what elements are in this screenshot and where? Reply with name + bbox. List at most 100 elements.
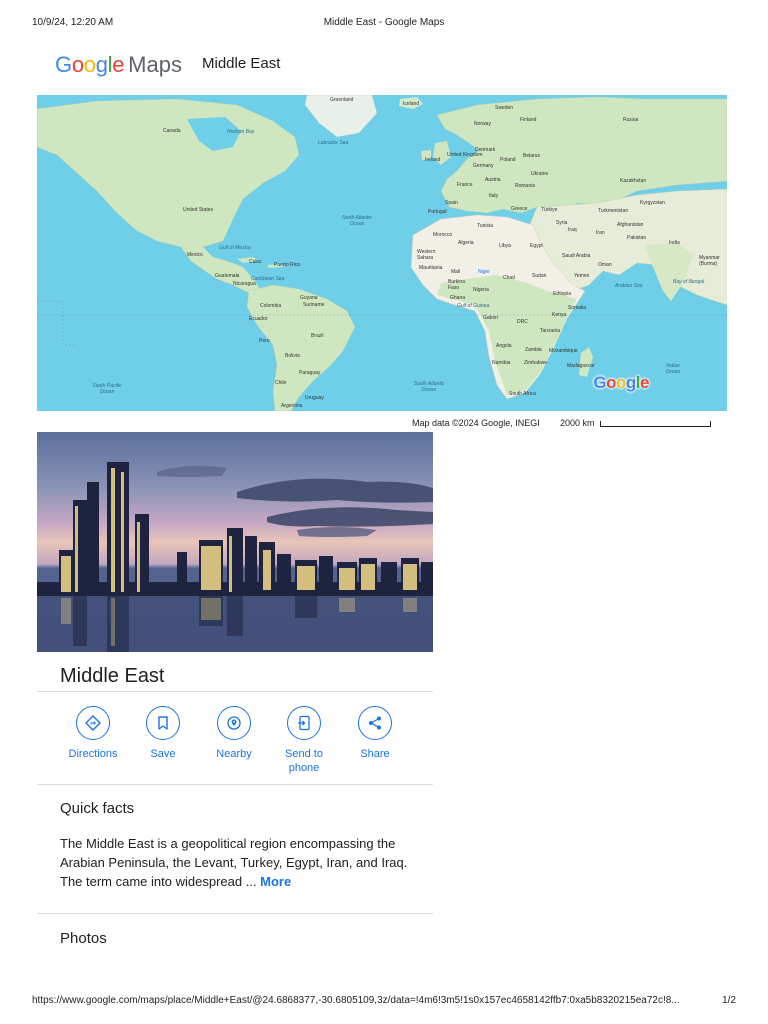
map-label-cuba: Cuba xyxy=(249,259,261,265)
map-label-guatemala: Guatemala xyxy=(215,273,240,279)
map-label-france: France xyxy=(457,182,473,188)
map-label-ghana: Ghana xyxy=(450,295,466,301)
map-label-angola: Angola xyxy=(496,343,512,349)
map-land xyxy=(37,95,727,411)
map-label-chile: Chile xyxy=(275,380,287,386)
map-label-western-sahara: Western Sahara xyxy=(417,249,436,261)
place-hero-photo[interactable] xyxy=(37,432,433,652)
map-label-iran: Iran xyxy=(596,230,605,236)
map-scale-bar xyxy=(600,421,711,427)
map-label-south-africa: South Africa xyxy=(509,391,536,397)
map-label-india: India xyxy=(669,240,680,246)
map-label-sweden: Sweden xyxy=(495,105,514,111)
map-label-puerto-rico: Puerto Rico xyxy=(274,262,301,268)
map-label-kyrgyzstan: Kyrgyzstan xyxy=(640,200,665,206)
map-label-peru: Peru xyxy=(259,338,270,344)
map-label-portugal: Portugal xyxy=(428,209,447,215)
map-label-bay-bengal: Bay of Bengal xyxy=(673,279,705,285)
map-label-libya: Libya xyxy=(499,243,511,249)
map-label-algeria: Algeria xyxy=(458,240,474,246)
maps-wordmark: Maps xyxy=(128,52,182,77)
map-label-turkiye: Türkiye xyxy=(541,207,558,213)
print-page-number: 1/2 xyxy=(722,995,736,1006)
map-label-hudson-bay: Hudson Bay xyxy=(227,129,255,135)
save-label: Save xyxy=(150,748,176,760)
map-label-sudan: Sudan xyxy=(532,273,547,279)
map-label-norway: Norway xyxy=(474,121,491,127)
map-label-germany: Germany xyxy=(473,163,494,169)
send-to-phone-icon xyxy=(287,706,321,740)
print-header: 10/9/24, 12:20 AM Middle East - Google M… xyxy=(32,17,736,31)
map-label-myanmar: Myanmar (Burma) xyxy=(699,255,720,267)
map-label-bolivia: Bolivia xyxy=(285,353,300,359)
map-label-syria: Syria xyxy=(556,220,568,226)
map-label-poland: Poland xyxy=(500,157,516,163)
map-label-austria: Austria xyxy=(485,177,501,183)
print-footer: https://www.google.com/maps/place/Middle… xyxy=(32,995,736,1009)
place-title: Middle East xyxy=(60,665,165,687)
map-label-paraguay: Paraguay xyxy=(299,370,321,376)
map-label-zambia: Zambia xyxy=(525,347,542,353)
google-maps-logo[interactable]: Google Maps xyxy=(55,52,182,80)
share-label: Share xyxy=(360,748,390,760)
map-label-mexico: Mexico xyxy=(187,252,203,258)
map-label-iraq: Iraq xyxy=(568,227,577,233)
quick-facts-body: The Middle East is a geopolitical region… xyxy=(60,836,408,889)
map-label-gulf-mexico: Gulf of Mexico xyxy=(219,245,251,251)
map-label-us: United States xyxy=(183,207,214,213)
map-label-ecuador: Ecuador xyxy=(249,316,268,322)
google-wordmark: Google xyxy=(55,52,125,77)
map-label-south-atlantic: South Atlantic Ocean xyxy=(413,381,445,393)
map-label-colombia: Colombia xyxy=(260,303,282,309)
quick-facts-text: The Middle East is a geopolitical region… xyxy=(60,834,410,891)
map-label-arabian-sea: Arabian Sea xyxy=(615,283,643,289)
nearby-pin-icon xyxy=(217,706,251,740)
map-label-pakistan: Pakistan xyxy=(627,235,647,241)
print-url: https://www.google.com/maps/place/Middle… xyxy=(32,995,680,1006)
place-actions: Directions Save Nearby Send to phone Sha… xyxy=(58,706,418,778)
map-view[interactable]: Greenland Iceland Canada Hudson Bay Labr… xyxy=(37,95,727,411)
map-label-guyana: Guyana xyxy=(300,295,318,301)
map-label-greece: Greece xyxy=(511,206,528,212)
map-label-uruguay: Uruguay xyxy=(305,395,324,401)
map-label-indian-ocean: Indian Ocean xyxy=(665,363,681,375)
map-google-watermark: Google xyxy=(593,373,649,392)
print-document-title: Middle East - Google Maps xyxy=(323,17,445,28)
divider xyxy=(37,784,433,785)
map-label-belarus: Belarus xyxy=(523,153,540,159)
map-label-namibia: Namibia xyxy=(492,360,511,366)
send-to-phone-button[interactable]: Send to phone xyxy=(269,706,339,775)
map-label-suriname: Suriname xyxy=(303,302,325,308)
quick-facts-heading: Quick facts xyxy=(60,800,135,817)
map-label-tanzania: Tanzania xyxy=(540,328,561,334)
map-label-finland: Finland xyxy=(520,117,537,123)
map-label-iceland: Iceland xyxy=(403,101,420,107)
send-to-phone-label: Send to phone xyxy=(285,748,323,774)
map-label-nigeria: Nigeria xyxy=(473,287,489,293)
map-label-north-atlantic: North Atlantic Ocean xyxy=(342,215,372,227)
map-label-mali: Mali xyxy=(451,269,461,275)
map-label-morocco: Morocco xyxy=(433,232,453,238)
map-label-gabon: Gabon xyxy=(483,315,499,321)
map-label-burkina-faso: Burkina Faso xyxy=(448,279,465,291)
map-label-afghanistan: Afghanistan xyxy=(617,222,644,228)
nearby-button[interactable]: Nearby xyxy=(199,706,269,761)
map-label-somalia: Somalia xyxy=(568,305,587,311)
map-label-caribbean: Caribbean Sea xyxy=(251,276,285,282)
map-label-saudi-arabia: Saudi Arabia xyxy=(562,253,591,259)
map-label-niger: Niger xyxy=(478,269,490,275)
map-label-italy: Italy xyxy=(489,193,499,199)
more-link[interactable]: More xyxy=(260,874,291,889)
map-label-oman: Oman xyxy=(598,262,612,268)
nearby-label: Nearby xyxy=(216,748,252,760)
map-label-russia: Russia xyxy=(623,117,639,123)
map-label-chad: Chad xyxy=(503,275,515,281)
save-button[interactable]: Save xyxy=(128,706,198,761)
share-icon xyxy=(358,706,392,740)
map-scale-label: 2000 km xyxy=(560,418,595,428)
directions-label: Directions xyxy=(68,748,118,760)
map-label-spain: Spain xyxy=(445,200,458,206)
directions-button[interactable]: Directions xyxy=(58,706,128,761)
header-place-name: Middle East xyxy=(202,55,281,72)
share-button[interactable]: Share xyxy=(340,706,410,761)
